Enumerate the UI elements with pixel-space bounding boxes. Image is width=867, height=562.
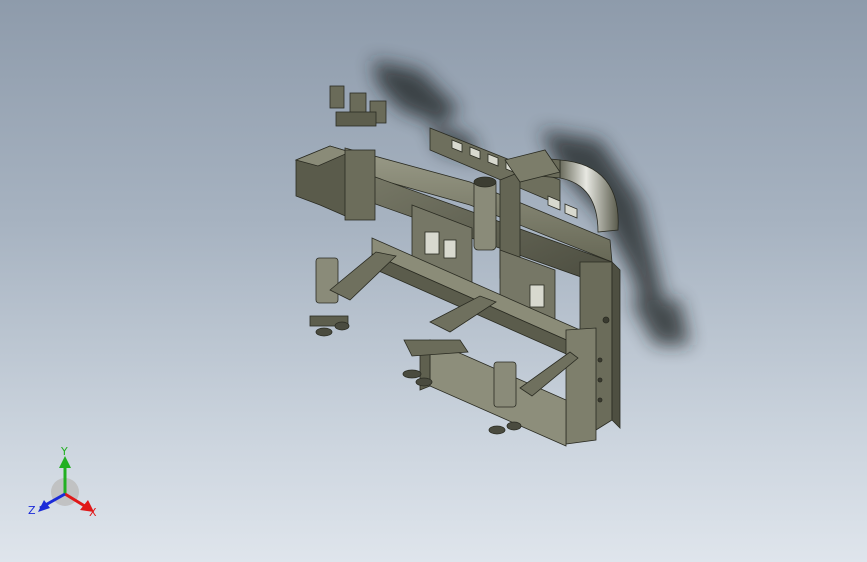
graphics-viewport[interactable]: Y X Z (0, 0, 867, 562)
3d-model-machine-assembly[interactable] (0, 0, 867, 562)
x-axis-label: X (89, 506, 97, 519)
z-axis-label: Z (28, 504, 36, 517)
y-axis-label: Y (60, 446, 68, 458)
axis-triad: Y X Z (28, 446, 97, 519)
